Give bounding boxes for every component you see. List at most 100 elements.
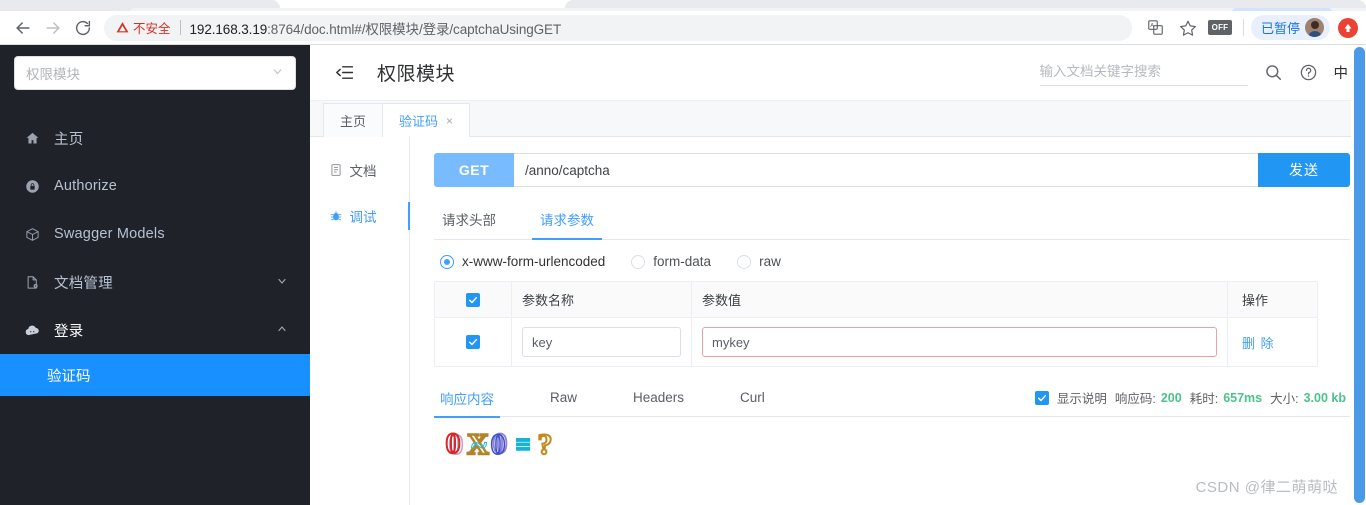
module-select[interactable]: 权限模块 (14, 56, 296, 90)
radio-form-data[interactable]: form-data (631, 254, 711, 269)
module-select-value: 权限模块 (26, 67, 80, 82)
response-tab-bar: 响应内容 Raw Headers Curl 显示说明 响应码: 200 耗时: … (434, 379, 1350, 418)
metric-status: 响应码: 200 (1115, 388, 1182, 407)
cube-icon (22, 227, 42, 242)
sidebar-item-label: 主页 (54, 131, 84, 148)
sidebar-item-login[interactable]: 登录 (0, 306, 310, 354)
delete-row-button[interactable]: 删 除 (1242, 333, 1275, 352)
param-name-input[interactable] (522, 327, 681, 357)
vertical-scrollbar[interactable] (1351, 45, 1366, 505)
svg-text:0: 0 (446, 427, 461, 460)
sidebar-item-authorize[interactable]: Authorize (0, 162, 310, 210)
profile-status-label: 已暂停 (1260, 21, 1300, 36)
close-icon[interactable]: × (446, 114, 453, 128)
sidebar-item-label: 登录 (54, 323, 84, 340)
radio-label: form-data (653, 254, 712, 269)
request-tab-params[interactable]: 请求参数 (532, 201, 602, 240)
bookmark-star-icon[interactable] (1174, 14, 1202, 42)
vtab-debug[interactable]: 调试 (310, 193, 410, 239)
app-root: 不安全 192.168.3.19:8764/doc.html#/权限模块/登录/… (0, 0, 1366, 505)
radio-dot-icon (737, 254, 752, 269)
radio-x-www-form-urlencoded[interactable]: x-www-form-urlencoded (440, 254, 605, 269)
sidebar-item-home[interactable]: 主页 (0, 114, 310, 162)
document-icon (329, 163, 343, 177)
search-input[interactable] (1039, 59, 1248, 86)
scrollbar-thumb[interactable] (1354, 47, 1365, 503)
reload-icon[interactable] (68, 13, 98, 43)
doc-tab-label: 验证码 (399, 114, 439, 129)
param-action-cell: 删 除 (1227, 318, 1317, 366)
chevron-up-icon (276, 323, 288, 338)
vtab-label: 调试 (349, 210, 377, 225)
back-icon[interactable] (8, 13, 38, 43)
select-all-checkbox[interactable] (466, 292, 480, 307)
show-description-checkbox[interactable] (1034, 390, 1049, 405)
chevron-down-icon (271, 65, 284, 81)
question-circle-icon[interactable] (1299, 63, 1318, 82)
row-select-cell (435, 318, 511, 366)
main-content: 权限模块 中 主页 (310, 45, 1366, 505)
sidebar-item-label: Swagger Models (54, 226, 165, 242)
chevron-down-icon (276, 275, 288, 290)
request-url-row: GET 发送 (434, 153, 1350, 187)
extension-off-badge[interactable]: OFF (1206, 14, 1234, 42)
request-tab-label: 请求头部 (442, 213, 496, 228)
watermark-text: CSDN @律二萌萌哒 (1195, 479, 1338, 496)
vtab-label: 文档 (349, 164, 377, 179)
show-description-label: 显示说明 (1056, 392, 1107, 406)
translate-icon[interactable]: A (1142, 14, 1170, 42)
radio-dot-icon (631, 254, 646, 269)
response-tab-raw[interactable]: Raw (550, 379, 577, 417)
lock-icon (22, 179, 42, 194)
collapse-menu-icon[interactable] (334, 62, 355, 83)
response-tab-headers[interactable]: Headers (633, 379, 684, 417)
select-all-cell (435, 282, 511, 317)
sidebar-item-doc-manage[interactable]: 文档管理 (0, 258, 310, 306)
vtab-document[interactable]: 文档 (310, 147, 409, 193)
address-bar[interactable]: 不安全 192.168.3.19:8764/doc.html#/权限模块/登录/… (104, 14, 1132, 41)
forward-icon[interactable] (38, 13, 68, 43)
svg-text:≡: ≡ (516, 430, 531, 459)
metric-size: 大小: 3.00 kb (1270, 388, 1346, 407)
column-header-name: 参数名称 (511, 282, 691, 317)
request-tab-headers[interactable]: 请求头部 (440, 201, 498, 239)
doc-tab-home[interactable]: 主页 (323, 103, 384, 137)
radio-raw[interactable]: raw (737, 254, 781, 269)
response-tab-curl[interactable]: Curl (740, 379, 765, 417)
response-tab-label: Curl (740, 390, 765, 405)
radio-label: x-www-form-urlencoded (462, 254, 606, 269)
response-tab-content[interactable]: 响应内容 (434, 379, 500, 418)
sidebar-item-swagger-models[interactable]: Swagger Models (0, 210, 310, 258)
language-toggle[interactable]: 中 (1334, 62, 1349, 83)
browser-tab-strip[interactable] (0, 0, 1366, 12)
metric-label: 响应码: (1114, 392, 1156, 406)
param-value-input[interactable] (702, 327, 1217, 357)
param-name-cell (511, 318, 691, 366)
metric-value: 3.00 kb (1303, 390, 1346, 405)
toolbar-divider (1242, 19, 1244, 36)
search-icon[interactable] (1264, 63, 1283, 82)
browser-toolbar: 不安全 192.168.3.19:8764/doc.html#/权限模块/登录/… (0, 11, 1366, 45)
param-table: 参数名称 参数值 操作 key mykey 删 除 (434, 281, 1318, 367)
sidebar: 权限模块 主页 Authorize Swagger Models 文档管理 登录… (0, 45, 310, 505)
row-checkbox[interactable] (466, 335, 480, 349)
column-header-action: 操作 (1227, 282, 1317, 317)
profile-button[interactable]: 已暂停 (1250, 15, 1330, 40)
address-bar-url: 192.168.3.19:8764/doc.html#/权限模块/登录/capt… (190, 18, 562, 38)
sidebar-item-label: Authorize (54, 178, 118, 194)
column-header-value: 参数值 (691, 282, 1227, 317)
debug-pane: GET 发送 请求头部 请求参数 (410, 137, 1366, 505)
response-tab-label: Raw (550, 390, 578, 405)
sidebar-subitem-captcha[interactable]: 验证码 (0, 354, 310, 396)
doc-tab-captcha[interactable]: 验证码 × (382, 103, 471, 137)
http-method-badge[interactable]: GET (434, 153, 514, 187)
sidebar-subitem-label: 验证码 (47, 368, 91, 385)
table-row: 删 除 (435, 318, 1317, 366)
metric-label: 大小: (1270, 392, 1299, 406)
update-arrow-icon[interactable] (1338, 17, 1358, 38)
request-url-input[interactable] (514, 153, 1258, 187)
send-button[interactable]: 发送 (1258, 153, 1350, 187)
metric-duration: 耗时: 657ms (1190, 388, 1262, 407)
metric-value: 657ms (1223, 390, 1263, 405)
search-box[interactable] (1039, 59, 1248, 86)
